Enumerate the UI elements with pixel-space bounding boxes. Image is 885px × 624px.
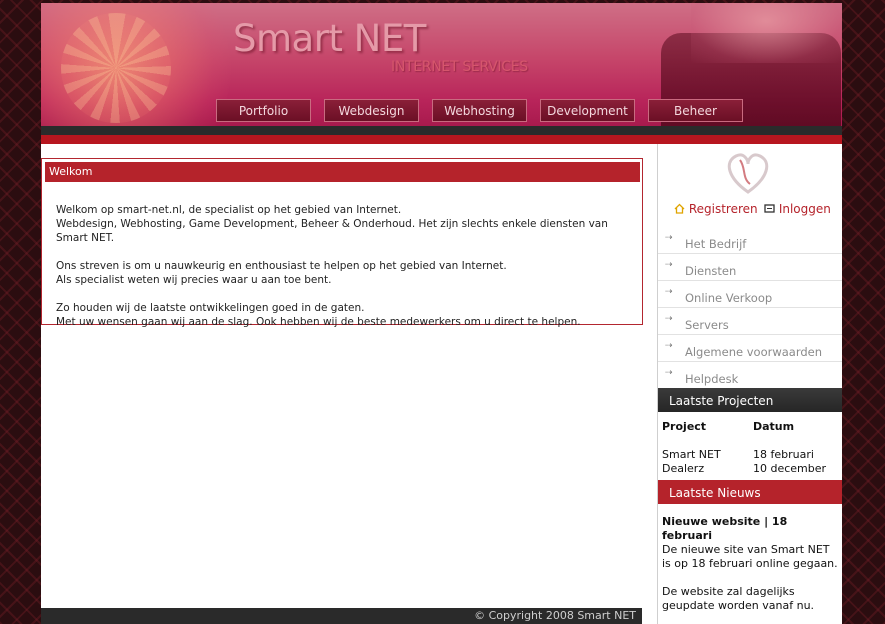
page: Smart NET INTERNET SERVICES Portfolio We… xyxy=(41,3,842,624)
menu-label: Online Verkoop xyxy=(685,291,773,305)
register-link[interactable]: Registreren xyxy=(674,202,758,216)
site-subtitle: INTERNET SERVICES xyxy=(391,59,528,75)
project-name[interactable]: Dealerz xyxy=(662,462,704,475)
nav-portfolio[interactable]: Portfolio xyxy=(216,99,311,122)
sidebar: Registreren Inloggen ⇢ Het Bedrijf ⇢ Die… xyxy=(657,144,842,624)
copyright-text: © Copyright 2008 Smart NET xyxy=(474,609,636,622)
project-date: 18 februari xyxy=(753,448,814,461)
header-dark-bar xyxy=(41,126,842,135)
welcome-panel: Welkom Welkom op smart-net.nl, de specia… xyxy=(41,158,643,328)
project-name[interactable]: Smart NET xyxy=(662,448,721,461)
hand-decoration xyxy=(691,3,841,63)
nav-webdesign[interactable]: Webdesign xyxy=(324,99,419,122)
account-links: Registreren Inloggen xyxy=(674,202,839,220)
home-icon xyxy=(674,203,685,214)
arrow-icon: ⇢ xyxy=(665,314,673,324)
welcome-line: Webdesign, Webhosting, Game Development,… xyxy=(56,218,608,244)
nav-development[interactable]: Development xyxy=(540,99,635,122)
nav-webhosting[interactable]: Webhosting xyxy=(432,99,527,122)
nav-beheer[interactable]: Beheer xyxy=(648,99,743,122)
project-date: 10 december xyxy=(753,462,827,475)
welcome-line: Ons streven is om u nauwkeurig en enthou… xyxy=(56,260,507,272)
menu-item-het-bedrijf[interactable]: ⇢ Het Bedrijf xyxy=(658,227,842,254)
header: Smart NET INTERNET SERVICES Portfolio We… xyxy=(41,3,842,126)
menu-label: Het Bedrijf xyxy=(685,237,747,251)
flower-petals-decoration xyxy=(61,13,171,123)
news-paragraph: De website zal dagelijks geupdate worden… xyxy=(662,585,815,612)
arrow-icon: ⇢ xyxy=(665,233,673,243)
projects-col-project: Project xyxy=(662,420,707,433)
welcome-text: Welkom op smart-net.nl, de specialist op… xyxy=(56,203,636,343)
menu-label: Servers xyxy=(685,318,729,332)
news-paragraph: De nieuwe site van Smart NET is op 18 fe… xyxy=(662,543,838,570)
menu-label: Helpdesk xyxy=(685,372,739,386)
arrow-icon: ⇢ xyxy=(665,368,673,378)
login-label: Inloggen xyxy=(778,202,831,216)
arrow-icon: ⇢ xyxy=(665,287,673,297)
site-title: Smart NET xyxy=(233,17,426,60)
footer: © Copyright 2008 Smart NET xyxy=(41,608,642,624)
projects-col-date: Datum xyxy=(753,420,795,433)
welcome-line: Zo houden wij de laatste ontwikkelingen … xyxy=(56,302,365,314)
login-icon xyxy=(764,204,775,213)
news-title[interactable]: Nieuwe website | 18 februari xyxy=(662,515,838,543)
welcome-line: Welkom op smart-net.nl, de specialist op… xyxy=(56,204,402,216)
menu-item-online-verkoop[interactable]: ⇢ Online Verkoop xyxy=(658,281,842,308)
menu-item-helpdesk[interactable]: ⇢ Helpdesk xyxy=(658,362,842,388)
news-heading: Laatste Nieuws xyxy=(658,480,842,504)
register-label: Registreren xyxy=(688,202,758,216)
menu-item-servers[interactable]: ⇢ Servers xyxy=(658,308,842,335)
menu-item-algemene-voorwaarden[interactable]: ⇢ Algemene voorwaarden xyxy=(658,335,842,362)
projects-heading: Laatste Projecten xyxy=(658,388,842,412)
welcome-line: Met uw wensen gaan wij aan de slag. Ook … xyxy=(56,316,581,328)
arrow-icon: ⇢ xyxy=(665,341,673,351)
emblem-icon xyxy=(727,153,769,194)
welcome-line: Als specialist weten wij precies waar u … xyxy=(56,274,332,286)
menu-label: Diensten xyxy=(685,264,737,278)
header-red-bar xyxy=(41,135,842,144)
login-link[interactable]: Inloggen xyxy=(764,202,831,216)
arrow-icon: ⇢ xyxy=(665,260,673,270)
menu-item-diensten[interactable]: ⇢ Diensten xyxy=(658,254,842,281)
menu-label: Algemene voorwaarden xyxy=(685,345,823,359)
welcome-heading: Welkom xyxy=(45,162,640,182)
